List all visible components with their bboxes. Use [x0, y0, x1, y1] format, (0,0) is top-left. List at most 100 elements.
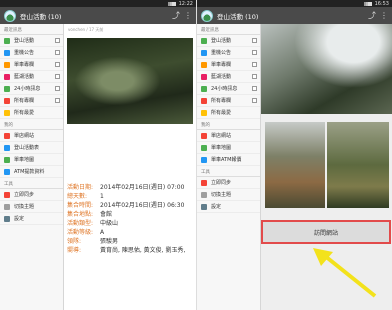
drawer-item-checkbox[interactable] — [55, 74, 60, 79]
drawer-item[interactable]: 單店網站 — [197, 130, 260, 142]
drawer-item-icon — [201, 144, 207, 151]
info-value: A — [100, 229, 105, 236]
info-value: 會館 — [100, 211, 113, 218]
drawer-item-icon — [4, 156, 10, 163]
drawer-item-label: 重機公告 — [14, 50, 35, 56]
drawer-item[interactable]: 立即同步 — [197, 177, 260, 189]
drawer-item-checkbox[interactable] — [252, 86, 257, 91]
app-logo-icon[interactable] — [201, 9, 213, 22]
overflow-menu-icon[interactable]: ⋮ — [184, 11, 192, 20]
drawer-item-icon — [4, 49, 10, 56]
drawer-item[interactable]: 立即同步 — [0, 189, 63, 201]
info-row: 總天數: 1 — [64, 193, 196, 201]
drawer-item-label: 所有專欄 — [14, 98, 35, 104]
drawer-item-icon — [4, 61, 10, 68]
navigation-drawer: 最近訊息 登山活動 重機公告 單車專欄 藍湖活動 24小時訊息 所有專欄 所有最愛 我的 單店網… — [197, 24, 261, 310]
info-key: 活動類型: — [67, 220, 94, 227]
drawer-item-checkbox[interactable] — [55, 86, 60, 91]
phone-screen-left: 12:22 登山活動 (10) ⤴ ⋮ 最近訊息 登山活動重機公告單車專欄 藍湖活… — [0, 0, 196, 310]
drawer-item[interactable]: 所有專欄 — [197, 95, 260, 107]
drawer-item-label: 切換主題 — [211, 192, 232, 198]
drawer-item[interactable]: 登山活動 — [0, 35, 63, 47]
info-row: 活動等級: A — [64, 229, 196, 237]
drawer-item[interactable]: 單店網站 — [0, 130, 63, 142]
post-meta: vonchen / 17 天前 — [68, 27, 104, 32]
info-row: 嚮導: 黃育尚, 陳思佑, 黃文俊, 劉玉秀, — [64, 247, 196, 255]
drawer-item-label: 24小時訊息 — [14, 86, 41, 92]
drawer-item-label: 單車地圖 — [211, 145, 232, 151]
drawer-item-icon — [201, 191, 207, 198]
drawer-item[interactable]: 單車地圖 — [197, 142, 260, 154]
drawer-item[interactable]: 設定 — [197, 201, 260, 213]
drawer-item[interactable]: 藍湖活動 — [197, 71, 260, 83]
drawer-item[interactable]: 所有專欄 — [0, 95, 63, 107]
drawer-item[interactable]: 單車ATM報價 — [197, 154, 260, 166]
drawer-item-label: 單車地圖 — [14, 157, 35, 163]
drawer-item-label: 登山活動 — [211, 38, 232, 44]
drawer-item[interactable]: 重機公告 — [0, 47, 63, 59]
drawer-item-icon — [201, 203, 207, 210]
drawer-item-icon — [201, 85, 207, 92]
drawer-section-mine: 我的 — [0, 119, 63, 130]
drawer-item-icon — [201, 179, 207, 186]
share-icon[interactable]: ⤴ — [172, 10, 180, 21]
post-content: 訪問網站 — [261, 24, 392, 310]
drawer-item-icon — [4, 168, 10, 175]
status-time: 16:53 — [374, 0, 389, 7]
post-photo[interactable] — [327, 122, 389, 208]
drawer-item[interactable]: 切換主題 — [197, 189, 260, 201]
overflow-menu-icon[interactable]: ⋮ — [380, 11, 388, 20]
drawer-item[interactable]: 24小時訊息 — [197, 83, 260, 95]
drawer-section-news: 最近訊息 — [197, 24, 260, 35]
drawer-item-icon — [4, 37, 10, 44]
info-key: 活動等級: — [67, 229, 94, 236]
drawer-item[interactable]: 24小時訊息 — [0, 83, 63, 95]
info-key: 領隊: — [67, 238, 82, 245]
info-row: 領隊: 張駿男 — [64, 238, 196, 246]
drawer-item[interactable]: 所有最愛 — [0, 107, 63, 119]
drawer-item-label: 單店網站 — [211, 133, 232, 139]
drawer-item-checkbox[interactable] — [55, 98, 60, 103]
drawer-item-icon — [201, 97, 207, 104]
phone-screen-right: 16:53 登山活動 (10) ⤴ ⋮ 最近訊息 登山活動 重機公告 單車專欄 藍湖活… — [196, 0, 392, 310]
drawer-item-label: 所有最愛 — [14, 110, 35, 116]
drawer-item[interactable]: 重機公告 — [197, 47, 260, 59]
post-photo[interactable] — [261, 24, 392, 114]
drawer-section-tools: 工具 — [0, 178, 63, 189]
post-photo[interactable] — [67, 38, 193, 124]
drawer-item-label: 24小時訊息 — [211, 86, 238, 92]
drawer-item[interactable]: 登山活動 — [197, 35, 260, 47]
drawer-item[interactable]: 單車專欄 — [197, 59, 260, 71]
drawer-item-checkbox[interactable] — [252, 62, 257, 67]
post-photo[interactable] — [265, 122, 325, 208]
info-key: 集合地點: — [67, 211, 94, 218]
drawer-section-tools: 工具 — [197, 166, 260, 177]
visit-website-button[interactable]: 訪問網站 — [261, 220, 391, 244]
drawer-item-checkbox[interactable] — [252, 38, 257, 43]
post-content: vonchen / 17 天前 活動日期: 2014年02月16日(週日) 07:… — [64, 24, 196, 310]
pointer-arrow-icon — [313, 248, 377, 298]
drawer-item-checkbox[interactable] — [55, 62, 60, 67]
drawer-item-label: 所有專欄 — [211, 98, 232, 104]
drawer-item[interactable]: 登山活動表 — [0, 142, 63, 154]
drawer-section-news: 最近訊息 — [0, 24, 63, 35]
drawer-item-checkbox[interactable] — [55, 50, 60, 55]
info-row: 活動日期: 2014年02月16日(週日) 07:00 — [64, 184, 196, 192]
drawer-item-checkbox[interactable] — [252, 50, 257, 55]
drawer-item[interactable]: 設定 — [0, 213, 63, 225]
drawer-item[interactable]: ATM提款資料 — [0, 166, 63, 178]
share-icon[interactable]: ⤴ — [368, 10, 376, 21]
drawer-item-checkbox[interactable] — [55, 38, 60, 43]
drawer-item-icon — [201, 49, 207, 56]
status-time: 12:22 — [178, 0, 193, 7]
drawer-item-checkbox[interactable] — [252, 98, 257, 103]
app-logo-icon[interactable] — [4, 9, 16, 22]
drawer-item[interactable]: 藍湖活動 — [0, 71, 63, 83]
drawer-item[interactable]: 所有最愛 — [197, 107, 260, 119]
drawer-item[interactable]: 單車專欄 — [0, 59, 63, 71]
drawer-item[interactable]: 單車地圖 — [0, 154, 63, 166]
drawer-item[interactable]: 切換主題 — [0, 201, 63, 213]
drawer-item-checkbox[interactable] — [252, 74, 257, 79]
drawer-item-label: 設定 — [211, 204, 222, 210]
app-title: 登山活動 (10) — [20, 12, 62, 21]
